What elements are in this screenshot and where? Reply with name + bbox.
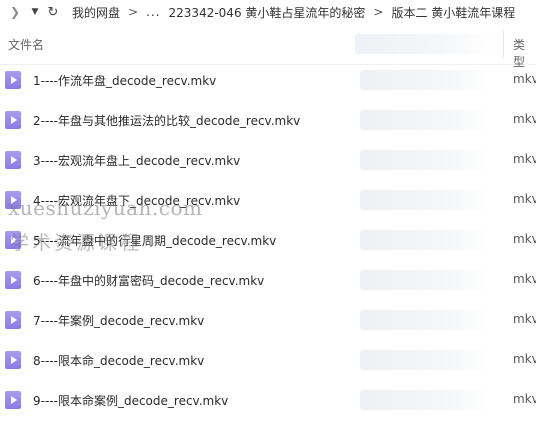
file-type: mkv [513,72,536,86]
blurred-cell [360,350,490,370]
column-divider[interactable] [503,30,504,58]
blurred-column-header [355,34,495,54]
file-name: 8----限本命_decode_recv.mkv [33,354,205,368]
video-file-icon [5,271,21,289]
blurred-cell [360,230,490,250]
file-name: 6----年盘中的财富密码_decode_recv.mkv [33,274,265,288]
file-name: 5----流年盘中的行星周期_decode_recv.mkv [33,234,277,248]
file-name: 7----年案例_decode_recv.mkv [33,314,205,328]
column-header: 文件名 类型 [0,24,536,69]
breadcrumb-separator: > [373,5,384,19]
caret-down-icon[interactable]: ▼ [28,2,42,22]
breadcrumb-item-course-folder[interactable]: 223342-046 黄小鞋占星流年的秘密 [169,4,366,21]
breadcrumb-item-ellipsis[interactable]: ... [146,5,160,19]
video-file-icon [5,191,21,209]
file-type: mkv [513,312,536,326]
video-file-icon [5,351,21,369]
video-file-icon [5,311,21,329]
file-row[interactable]: 1----作流年盘_decode_recv.mkv mkv [0,60,536,100]
file-name: 1----作流年盘_decode_recv.mkv [33,74,217,88]
file-name: 9----限本命案例_decode_recv.mkv [33,394,229,408]
file-name: 2----年盘与其他推运法的比较_decode_recv.mkv [33,114,301,128]
file-type: mkv [513,392,536,406]
blurred-cell [360,310,490,330]
blurred-cell [360,390,490,410]
file-row[interactable]: 4----宏观流年盘下_decode_recv.mkv mkv [0,180,536,220]
file-type: mkv [513,112,536,126]
file-row[interactable]: 3----宏观流年盘上_decode_recv.mkv mkv [0,140,536,180]
video-file-icon [5,151,21,169]
file-row[interactable]: 2----年盘与其他推运法的比较_decode_recv.mkv mkv [0,100,536,140]
video-file-icon [5,111,21,129]
blurred-cell [360,150,490,170]
file-row[interactable]: 9----限本命案例_decode_recv.mkv mkv [0,380,536,420]
chevron-left-icon[interactable]: ❯ [6,2,24,22]
blurred-cell [360,70,490,90]
navigation-bar: ❯ ▼ ↻ 我的网盘 > ... 223342-046 黄小鞋占星流年的秘密 >… [0,0,536,24]
blurred-cell [360,270,490,290]
breadcrumb-separator: > [128,5,139,19]
blurred-cell [360,110,490,130]
file-row[interactable]: 7----年案例_decode_recv.mkv mkv [0,300,536,340]
column-header-name[interactable]: 文件名 [8,36,44,53]
file-name: 4----宏观流年盘下_decode_recv.mkv [33,194,241,208]
video-file-icon [5,391,21,409]
file-name: 3----宏观流年盘上_decode_recv.mkv [33,154,241,168]
file-row[interactable]: 6----年盘中的财富密码_decode_recv.mkv mkv [0,260,536,300]
file-row[interactable]: 8----限本命_decode_recv.mkv mkv [0,340,536,380]
refresh-icon[interactable]: ↻ [44,2,62,22]
file-browser-window: ❯ ▼ ↻ 我的网盘 > ... 223342-046 黄小鞋占星流年的秘密 >… [0,0,536,446]
file-type: mkv [513,152,536,166]
file-type: mkv [513,272,536,286]
video-file-icon [5,71,21,89]
video-file-icon [5,231,21,249]
breadcrumb-item-current-folder[interactable]: 版本二 黄小鞋流年课程 [391,4,515,21]
file-row[interactable]: 5----流年盘中的行星周期_decode_recv.mkv mkv [0,220,536,260]
file-type: mkv [513,192,536,206]
breadcrumb-item-my-drive[interactable]: 我的网盘 [72,4,120,21]
breadcrumb: 我的网盘 > ... 223342-046 黄小鞋占星流年的秘密 > 版本二 黄… [72,4,515,21]
file-type: mkv [513,352,536,366]
blurred-cell [360,190,490,210]
file-type: mkv [513,232,536,246]
